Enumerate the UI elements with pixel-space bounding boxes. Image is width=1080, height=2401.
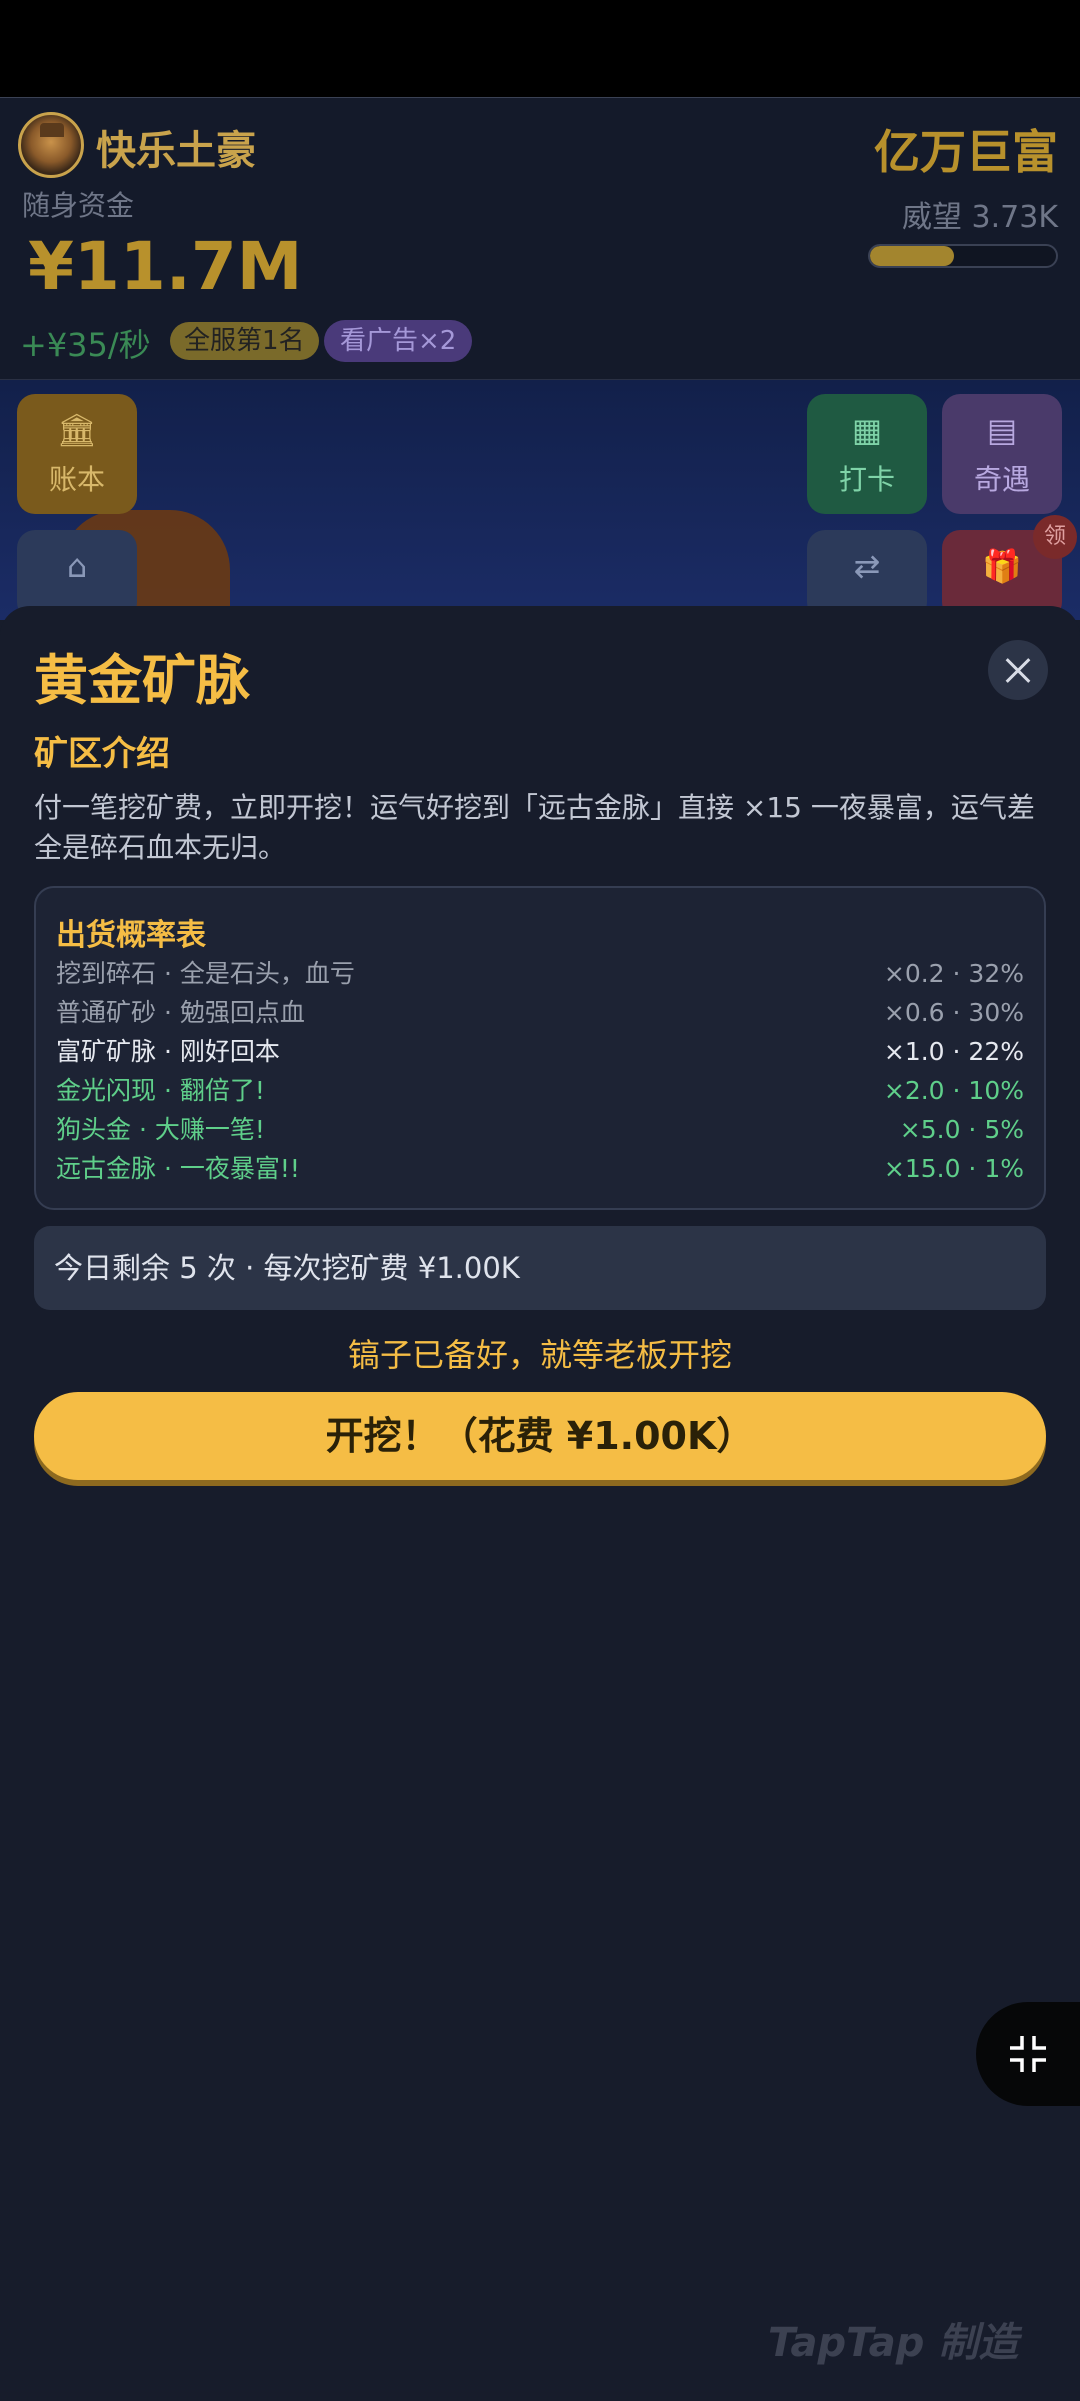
intro-text: 付一笔挖矿费，立即开挖！运气好挖到「远古金脉」直接 ×15 一夜暴富，运气差全是… xyxy=(34,791,1035,864)
row-label: 金光闪现 · 翻倍了! xyxy=(56,1076,265,1105)
prestige-value: 威望 3.73K xyxy=(901,200,1058,235)
table-row: 挖到碎石 · 全是石头，血亏 ×0.2 · 32% xyxy=(56,956,1024,992)
row-label: 狗头金 · 大赚一笔! xyxy=(56,1115,265,1144)
prestige-progress-bar xyxy=(868,244,1058,268)
gold-mine-dialog xyxy=(0,606,1080,2401)
encounter-label: 奇遇 xyxy=(973,463,1030,496)
row-value: ×0.6 · 30% xyxy=(883,998,1024,1027)
table-row: 金光闪现 · 翻倍了! ×2.0 · 10% xyxy=(56,1073,1024,1109)
newspaper-icon: ▤ xyxy=(986,411,1018,449)
table-row: 狗头金 · 大赚一笔! ×5.0 · 5% xyxy=(56,1112,1024,1148)
row-value: ×1.0 · 22% xyxy=(883,1037,1024,1066)
row-label: 挖到碎石 · 全是石头，血亏 xyxy=(56,959,355,988)
collapse-icon xyxy=(1010,2036,1046,2072)
probability-table: 出货概率表 挖到碎石 · 全是石头，血亏 ×0.2 · 32% 普通矿砂 · 勉… xyxy=(34,886,1046,1210)
table-row: 普通矿砂 · 勉强回点血 ×0.6 · 30% xyxy=(56,995,1024,1031)
row-label: 富矿矿脉 · 刚好回本 xyxy=(56,1037,280,1066)
status-bar xyxy=(0,0,1080,97)
row-value: ×2.0 · 10% xyxy=(883,1076,1024,1105)
dig-button[interactable]: 开挖！（花费 ¥1.00K） xyxy=(34,1392,1046,1480)
table-row: 远古金脉 · 一夜暴富!! ×15.0 · 1% xyxy=(56,1151,1024,1187)
status-hint: 镐子已备好，就等老板开挖 xyxy=(347,1336,732,1374)
encounter-button[interactable]: ▤ 奇遇 xyxy=(942,394,1062,514)
checkin-label: 打卡 xyxy=(838,463,895,496)
ledger-label: 账本 xyxy=(48,463,105,496)
claim-badge[interactable]: 领 xyxy=(1033,515,1077,559)
bank-icon: 🏛 xyxy=(56,411,98,449)
close-button[interactable] xyxy=(988,640,1048,700)
probability-table-title: 出货概率表 xyxy=(56,918,206,953)
player-avatar[interactable] xyxy=(18,112,84,178)
ledger-button[interactable]: 🏛 账本 xyxy=(17,394,137,514)
row-label: 远古金脉 · 一夜暴富!! xyxy=(56,1154,300,1183)
taptap-watermark: TapTap 制造 xyxy=(768,2320,1019,2366)
income-rate: +¥35/秒 xyxy=(20,326,151,364)
dialog-title: 黄金矿脉 xyxy=(34,649,250,712)
player-name: 快乐土豪 xyxy=(96,128,256,174)
row-value: ×0.2 · 32% xyxy=(883,959,1024,988)
remaining-attempts: 今日剩余 5 次 · 每次挖矿费 ¥1.00K xyxy=(34,1226,1046,1310)
row-value: ×15.0 · 1% xyxy=(883,1154,1024,1183)
prestige-progress-fill xyxy=(870,246,954,266)
checkin-button[interactable]: ▦ 打卡 xyxy=(807,394,927,514)
home-icon: ⌂ xyxy=(66,547,88,585)
funds-label: 随身资金 xyxy=(22,189,135,222)
funds-amount: ¥11.7M xyxy=(28,228,303,305)
row-label: 普通矿砂 · 勉强回点血 xyxy=(56,998,305,1027)
calendar-icon: ▦ xyxy=(851,411,883,449)
swap-icon: ⇄ xyxy=(853,547,881,585)
collapse-button[interactable] xyxy=(976,2002,1080,2106)
table-row: 富矿矿脉 · 刚好回本 ×1.0 · 22% xyxy=(56,1034,1024,1070)
watch-ad-double-button[interactable]: 看广告×2 xyxy=(324,320,473,362)
wealth-rank-title: 亿万巨富 xyxy=(874,125,1058,179)
server-rank-badge[interactable]: 全服第1名 xyxy=(170,322,319,360)
intro-heading: 矿区介绍 xyxy=(34,734,170,774)
row-value: ×5.0 · 5% xyxy=(899,1115,1024,1144)
